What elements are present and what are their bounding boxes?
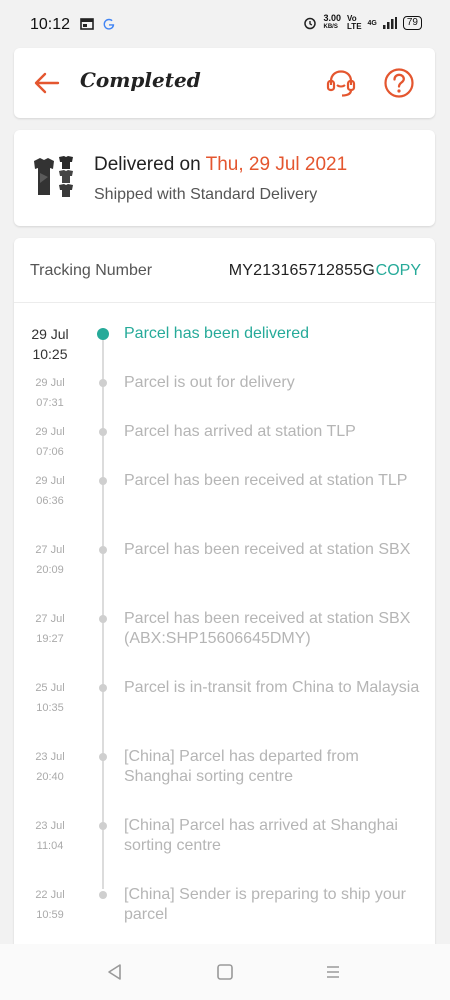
battery-icon: 79 bbox=[402, 16, 422, 30]
event-datetime: 29 Jul 10:25 bbox=[26, 324, 74, 364]
tracking-panel: Tracking Number MY213165712855G COPY 29 … bbox=[14, 238, 435, 958]
product-image bbox=[30, 153, 76, 199]
event-time: 11:04 bbox=[36, 840, 64, 852]
event-description: Parcel has been received at station SBX bbox=[124, 541, 411, 558]
event-datetime: 25 Jul 10:35 bbox=[28, 678, 72, 718]
event-date: 29 Jul bbox=[35, 426, 65, 438]
timeline-line bbox=[102, 334, 104, 889]
event-time: 07:31 bbox=[36, 397, 64, 409]
status-right-icons: 3.00 KB/S Vo LTE 4G 79 bbox=[303, 14, 422, 32]
delivered-prefix: Delivered on bbox=[94, 154, 206, 175]
event-time: 10:25 bbox=[32, 346, 68, 362]
tracking-header: Tracking Number MY213165712855G COPY bbox=[14, 238, 435, 303]
event-date: 25 Jul bbox=[35, 682, 65, 694]
event-datetime: 29 Jul 06:36 bbox=[28, 471, 72, 511]
event-time: 19:27 bbox=[36, 633, 64, 645]
google-icon bbox=[103, 18, 115, 30]
header-bar: Completed bbox=[14, 48, 435, 118]
timeline-dot bbox=[99, 428, 107, 436]
event-description: [China] Parcel has arrived at Shanghai s… bbox=[124, 817, 398, 854]
event-date: 29 Jul bbox=[31, 326, 69, 342]
event-date: 23 Jul bbox=[35, 820, 65, 832]
delivered-date-line: Delivered on Thu, 29 Jul 2021 bbox=[94, 154, 347, 176]
event-datetime: 29 Jul 07:06 bbox=[28, 422, 72, 462]
home-square-icon[interactable] bbox=[215, 962, 235, 982]
timeline-dot bbox=[99, 615, 107, 623]
back-triangle-icon[interactable] bbox=[105, 962, 125, 982]
headset-icon[interactable] bbox=[324, 66, 358, 100]
event-description: Parcel has arrived at station TLP bbox=[124, 423, 356, 440]
event-date: 22 Jul bbox=[35, 889, 65, 901]
event-datetime: 27 Jul 19:27 bbox=[28, 609, 72, 649]
event-date: 27 Jul bbox=[35, 544, 65, 556]
event-date: 27 Jul bbox=[35, 613, 65, 625]
timeline-dot bbox=[99, 684, 107, 692]
timeline-dot bbox=[97, 328, 109, 340]
tracking-number-label: Tracking Number bbox=[30, 262, 153, 279]
signal-icon bbox=[382, 17, 397, 29]
network-type: 4G bbox=[367, 19, 377, 27]
event-datetime: 22 Jul 10:59 bbox=[28, 885, 72, 925]
copy-button[interactable]: COPY bbox=[376, 262, 421, 280]
event-datetime: 23 Jul 11:04 bbox=[28, 816, 72, 856]
event-description: Parcel has been received at station SBX … bbox=[124, 610, 411, 647]
event-date: 29 Jul bbox=[35, 377, 65, 389]
event-description: [China] Parcel has departed from Shangha… bbox=[124, 748, 359, 785]
event-description: Parcel is in-transit from China to Malay… bbox=[124, 679, 420, 696]
question-icon[interactable] bbox=[382, 66, 416, 100]
status-bar: 10:12 3.00 KB/S Vo LTE 4G 79 bbox=[0, 0, 450, 50]
network-speed: 3.00 KB/S bbox=[323, 13, 342, 31]
event-datetime: 23 Jul 20:40 bbox=[28, 747, 72, 787]
event-time: 06:36 bbox=[36, 495, 64, 507]
tracking-number: MY213165712855G bbox=[228, 262, 375, 279]
event-time: 20:09 bbox=[36, 564, 64, 576]
event-time: 10:59 bbox=[36, 909, 64, 921]
system-nav-bar bbox=[0, 944, 450, 1000]
timeline-dot bbox=[99, 379, 107, 387]
timeline-dot bbox=[99, 891, 107, 899]
alarm-icon bbox=[304, 17, 317, 30]
volte-icon: Vo LTE bbox=[347, 14, 362, 31]
status-notification-icons bbox=[80, 17, 116, 31]
event-description: Parcel has been received at station TLP bbox=[124, 472, 408, 489]
delivered-date: Thu, 29 Jul 2021 bbox=[205, 154, 348, 175]
shipping-method: Shipped with Standard Delivery bbox=[94, 186, 318, 203]
menu-lines-icon[interactable] bbox=[323, 962, 343, 982]
event-description: Parcel has been delivered bbox=[124, 325, 310, 342]
event-time: 20:40 bbox=[36, 771, 64, 783]
calendar-icon bbox=[80, 18, 94, 30]
status-time: 10:12 bbox=[30, 16, 71, 33]
delivery-summary: Delivered on Thu, 29 Jul 2021 Shipped wi… bbox=[14, 130, 435, 226]
event-date: 29 Jul bbox=[35, 475, 65, 487]
timeline-dot bbox=[99, 477, 107, 485]
arrow-left-icon[interactable] bbox=[32, 68, 62, 98]
timeline-dot bbox=[99, 546, 107, 554]
event-time: 07:06 bbox=[36, 446, 64, 458]
timeline-dot bbox=[99, 753, 107, 761]
event-date: 23 Jul bbox=[35, 751, 65, 763]
event-datetime: 27 Jul 20:09 bbox=[28, 540, 72, 580]
page-title: Completed bbox=[80, 68, 201, 92]
event-time: 10:35 bbox=[36, 702, 64, 714]
event-description: [China] Sender is preparing to ship your… bbox=[124, 886, 406, 923]
event-datetime: 29 Jul 07:31 bbox=[28, 373, 72, 413]
event-description: Parcel is out for delivery bbox=[124, 374, 295, 391]
timeline-dot bbox=[99, 822, 107, 830]
